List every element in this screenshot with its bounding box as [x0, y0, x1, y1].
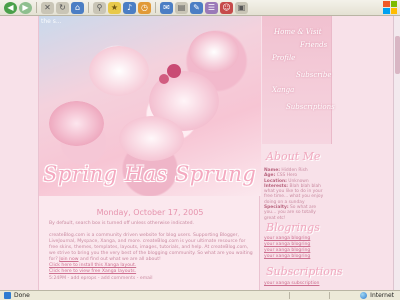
zone-label: Internet	[370, 292, 394, 299]
browser-toolbar: ◀ ▶ ✕ ↻ ⌂ ⚲ ★ ♪ ◷ ✉ ▤ ✎ ☰ ☺ ▣	[0, 0, 400, 16]
toolbar-separator	[88, 2, 89, 13]
about-label: Location:	[264, 178, 287, 184]
blossom-bud	[167, 64, 181, 78]
nav-item-profile[interactable]: Profile	[272, 54, 295, 62]
install-links: Click here to install this Xanga layout.…	[49, 263, 254, 275]
status-bar: Done Internet	[0, 290, 400, 300]
blossom-bud	[159, 74, 169, 84]
page-done-icon	[4, 292, 11, 299]
sidebar: Home & Visit Friends Profile Subscribe X…	[262, 16, 393, 290]
back-icon[interactable]: ◀	[4, 1, 17, 14]
blogrings-heading: Blogrings	[266, 221, 320, 234]
entry-paragraph: By default, search box is turned off unl…	[49, 221, 194, 226]
status-divider	[289, 292, 290, 299]
blogring-link[interactable]: your xanga blogring	[264, 236, 310, 241]
blossom-cluster	[189, 31, 239, 73]
main-content: the s... Spring Has Sprung Monday, Octob…	[38, 16, 261, 290]
stop-icon[interactable]: ✕	[41, 1, 54, 14]
search-icon[interactable]: ⚲	[93, 1, 106, 14]
sidebar-nav: Home & Visit Friends Profile Subscribe X…	[262, 16, 335, 144]
internet-globe-icon	[360, 292, 368, 299]
blossom-cluster	[89, 46, 149, 96]
nav-item-friends[interactable]: Friends	[300, 41, 327, 49]
nav-item-home[interactable]: Home & Visit	[274, 28, 322, 36]
mail-icon[interactable]: ✉	[160, 1, 173, 14]
about-value: Unknown	[288, 178, 309, 184]
security-zone: Internet	[360, 292, 394, 299]
status-text: Done	[14, 292, 30, 299]
blossom-cluster	[119, 116, 184, 161]
edit-icon[interactable]: ✎	[190, 1, 203, 14]
toolbar-separator	[36, 2, 37, 13]
history-icon[interactable]: ◷	[138, 1, 151, 14]
discuss-icon[interactable]: ☰	[205, 1, 218, 14]
windows-logo-icon	[383, 1, 397, 14]
blogring-link[interactable]: your xanga blogring	[264, 242, 310, 247]
join-now-link[interactable]: Join now	[59, 257, 78, 262]
print-icon[interactable]: ▤	[175, 1, 188, 14]
vertical-scrollbar[interactable]	[393, 16, 400, 290]
home-icon[interactable]: ⌂	[71, 1, 84, 14]
cherry-blossom-header-image: the s... Spring Has Sprung	[39, 16, 261, 196]
nav-item-subscriptions[interactable]: Subscriptions	[286, 103, 335, 111]
entry-text: and find out what we are all about!	[80, 257, 161, 262]
blogring-link[interactable]: your xanga blogring	[264, 248, 310, 253]
entry-footer-links[interactable]: 5:24PM - add eprops - add comments - ema…	[49, 276, 254, 282]
about-value: CSS Hero	[276, 173, 298, 179]
entry-paragraph: createBlog.com is a community driven web…	[49, 233, 254, 263]
blossom-cluster	[49, 101, 104, 146]
media-icon[interactable]: ♪	[123, 1, 136, 14]
blogring-link[interactable]: your xanga blogring	[264, 254, 310, 259]
favorites-icon[interactable]: ★	[108, 1, 121, 14]
subscription-link[interactable]: your xanga subscription	[264, 281, 319, 286]
entry-date: Monday, October 17, 2005	[96, 208, 204, 217]
view-layouts-link[interactable]: Click here to view free Xanga layouts.	[49, 269, 254, 275]
blog-title: Spring Has Sprung	[43, 162, 257, 186]
refresh-icon[interactable]: ↻	[56, 1, 69, 14]
web-page: the s... Spring Has Sprung Monday, Octob…	[0, 16, 393, 290]
forward-icon[interactable]: ▶	[19, 1, 32, 14]
nav-item-xanga[interactable]: Xanga	[272, 86, 294, 94]
messenger-icon[interactable]: ☺	[220, 1, 233, 14]
header-small-title: the s...	[41, 18, 62, 25]
about-line: Specialty: So what are you... you are so…	[264, 205, 326, 221]
about-label: Age:	[264, 173, 276, 179]
nav-item-subscribe[interactable]: Subscribe	[296, 71, 332, 79]
about-line: Interests: Blah blah blah what you like …	[264, 184, 326, 205]
research-icon[interactable]: ▣	[235, 1, 248, 14]
status-divider	[329, 292, 330, 299]
about-me-heading: About Me	[266, 150, 321, 163]
scrollbar-thumb[interactable]	[395, 36, 400, 74]
about-me-text: Name: Hidden Rish Age: CSS Hero Location…	[264, 168, 326, 221]
subscriptions-heading: Subscriptions	[266, 265, 343, 278]
toolbar-separator	[155, 2, 156, 13]
